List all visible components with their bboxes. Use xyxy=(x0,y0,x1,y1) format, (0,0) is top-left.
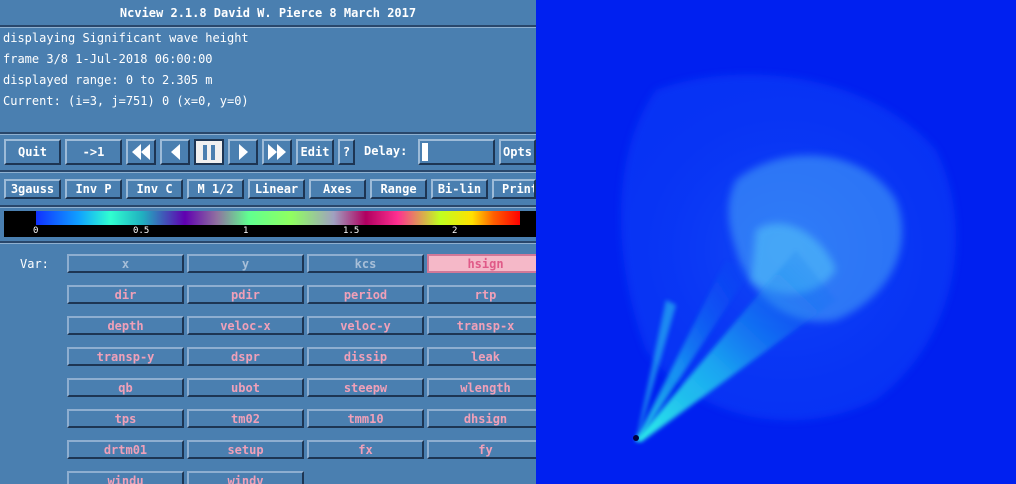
go-to-first-frame-button[interactable]: ->1 xyxy=(65,139,122,165)
help-button[interactable]: ? xyxy=(338,139,355,165)
variable-button-ubot[interactable]: ubot xyxy=(187,378,304,397)
variable-button-depth[interactable]: depth xyxy=(67,316,184,335)
divider xyxy=(0,170,536,173)
variable-button-kcs[interactable]: kcs xyxy=(307,254,424,273)
variable-button-hsign[interactable]: hsign xyxy=(427,254,536,273)
interpolation-button[interactable]: Bi-lin xyxy=(431,179,488,199)
axes-button[interactable]: Axes xyxy=(309,179,366,199)
fast-backward-icon xyxy=(132,144,150,160)
options-button[interactable]: Opts xyxy=(499,139,536,165)
variable-button-transp-y[interactable]: transp-y xyxy=(67,347,184,366)
variable-button-fx[interactable]: fx xyxy=(307,440,424,459)
range-button[interactable]: Range xyxy=(370,179,427,199)
variable-button-tm02[interactable]: tm02 xyxy=(187,409,304,428)
step-forward-button[interactable] xyxy=(228,139,258,165)
delay-slider[interactable] xyxy=(418,139,495,165)
variable-label: Var: xyxy=(20,257,49,271)
divider xyxy=(0,241,536,244)
fast-backward-button[interactable] xyxy=(126,139,156,165)
variable-button-steepw[interactable]: steepw xyxy=(307,378,424,397)
current-text: Current: (i=3, j=751) 0 (x=0, y=0) xyxy=(3,94,249,108)
variable-button-veloc-x[interactable]: veloc-x xyxy=(187,316,304,335)
variable-button-dir[interactable]: dir xyxy=(67,285,184,304)
data-image[interactable] xyxy=(536,0,1016,484)
window-title: Ncview 2.1.8 David W. Pierce 8 March 201… xyxy=(119,6,417,20)
divider xyxy=(0,205,536,208)
invert-physical-button[interactable]: Inv P xyxy=(65,179,122,199)
delay-label: Delay: xyxy=(364,144,408,158)
step-backward-icon xyxy=(170,144,180,160)
magnification-button[interactable]: M 1/2 xyxy=(187,179,244,199)
variable-button-leak[interactable]: leak xyxy=(427,347,536,366)
variable-button-tps[interactable]: tps xyxy=(67,409,184,428)
step-forward-icon xyxy=(238,144,248,160)
fast-forward-button[interactable] xyxy=(262,139,292,165)
print-button[interactable]: Print xyxy=(492,179,536,199)
colorbar-scale: 0 0.5 1 1.5 2 xyxy=(4,225,536,237)
variable-button-rtp[interactable]: rtp xyxy=(427,285,536,304)
edit-button[interactable]: Edit xyxy=(296,139,334,165)
variable-button-transp-x[interactable]: transp-x xyxy=(427,316,536,335)
control-panel: Ncview 2.1.8 David W. Pierce 8 March 201… xyxy=(0,0,536,484)
variable-button-windu[interactable]: windu xyxy=(67,471,184,484)
variable-button-period[interactable]: period xyxy=(307,285,424,304)
colorbar-tick-label: 1.5 xyxy=(343,226,360,236)
delay-slider-handle[interactable] xyxy=(422,143,428,161)
fast-forward-icon xyxy=(268,144,286,160)
transform-button[interactable]: Linear xyxy=(248,179,305,199)
variable-button-dissip[interactable]: dissip xyxy=(307,347,424,366)
pause-icon xyxy=(203,144,215,160)
variable-button-wlength[interactable]: wlength xyxy=(427,378,536,397)
colorbar-tick-label: 0.5 xyxy=(133,226,150,236)
variable-button-pdir[interactable]: pdir xyxy=(187,285,304,304)
variable-button-windv[interactable]: windv xyxy=(187,471,304,484)
displaying-text: displaying Significant wave height xyxy=(3,31,249,45)
gauss-button[interactable]: 3gauss xyxy=(4,179,61,199)
variable-button-setup[interactable]: setup xyxy=(187,440,304,459)
colorbar-tick-label: 1 xyxy=(243,226,249,236)
range-text: displayed range: 0 to 2.305 m xyxy=(3,73,213,87)
invert-colormap-button[interactable]: Inv C xyxy=(126,179,183,199)
divider xyxy=(0,132,536,135)
variable-button-drtm01[interactable]: drtm01 xyxy=(67,440,184,459)
step-backward-button[interactable] xyxy=(160,139,190,165)
variable-button-qb[interactable]: qb xyxy=(67,378,184,397)
variable-button-dhsign[interactable]: dhsign xyxy=(427,409,536,428)
wave-height-field xyxy=(536,0,1016,484)
colorbar-tick-label: 2 xyxy=(452,226,458,236)
variable-button-tmm10[interactable]: tmm10 xyxy=(307,409,424,428)
variable-button-veloc-y[interactable]: veloc-y xyxy=(307,316,424,335)
colorbar-tick-label: 0 xyxy=(33,226,39,236)
colorbar[interactable] xyxy=(4,211,536,226)
divider xyxy=(0,25,536,28)
variable-button-y[interactable]: y xyxy=(187,254,304,273)
variable-button-fy[interactable]: fy xyxy=(427,440,536,459)
frame-text: frame 3/8 1-Jul-2018 06:00:00 xyxy=(3,52,213,66)
quit-button[interactable]: Quit xyxy=(4,139,61,165)
variable-button-dspr[interactable]: dspr xyxy=(187,347,304,366)
pause-button[interactable] xyxy=(194,139,224,165)
variable-button-x[interactable]: x xyxy=(67,254,184,273)
